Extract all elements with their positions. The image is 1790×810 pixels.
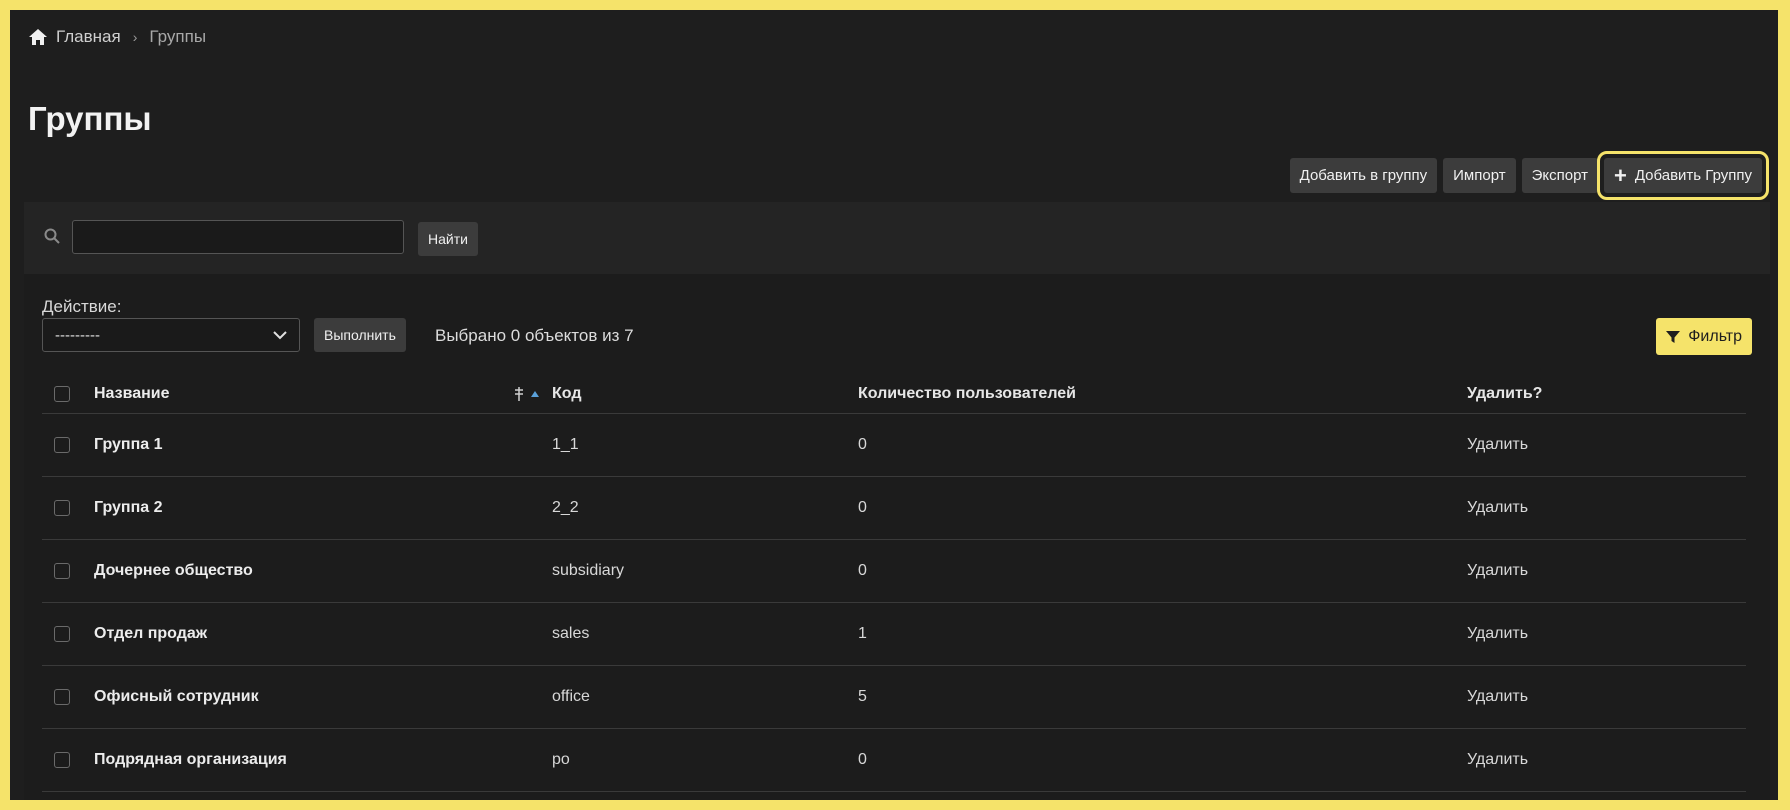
column-header-code[interactable]: Код: [552, 385, 581, 403]
delete-link[interactable]: Удалить: [1467, 751, 1528, 769]
column-header-name[interactable]: Название: [94, 385, 170, 403]
table-row: Офисный сотрудник office 5 Удалить: [42, 666, 1746, 729]
run-action-button[interactable]: Выполнить: [314, 318, 406, 352]
chevron-down-icon: [273, 331, 287, 340]
row-checkbox[interactable]: [54, 626, 70, 642]
group-users-count: 5: [858, 688, 867, 705]
group-code: 2_2: [552, 499, 579, 516]
home-icon[interactable]: [28, 28, 48, 46]
export-button[interactable]: Экспорт: [1521, 158, 1598, 193]
breadcrumb-current: Группы: [149, 27, 207, 46]
sort-ascending-icon[interactable]: [530, 390, 540, 398]
app-frame: Главная › Группы Группы Добавить в групп…: [10, 10, 1778, 800]
group-code: subsidiary: [552, 562, 625, 579]
filter-icon: [1666, 330, 1681, 343]
column-header-delete: Удалить?: [1467, 384, 1543, 402]
table-row: Группа 1 1_1 0 Удалить: [42, 414, 1746, 477]
group-users-count: 1: [858, 625, 867, 642]
delete-link[interactable]: Удалить: [1467, 688, 1528, 706]
groups-table: Название Код Количество пользователей Уд…: [42, 374, 1746, 792]
group-name-link[interactable]: Группа 2: [94, 499, 163, 517]
add-group-label: Добавить Группу: [1634, 167, 1752, 184]
search-bar: Найти: [24, 202, 1770, 274]
sort-controls: [514, 386, 540, 402]
group-name-link[interactable]: Отдел продаж: [94, 625, 207, 643]
plus-icon: +: [1613, 162, 1627, 188]
group-name-link[interactable]: Дочернее общество: [94, 562, 253, 580]
breadcrumb: Главная › Группы: [28, 27, 206, 47]
selected-count: Выбрано 0 объектов из 7: [435, 326, 634, 345]
group-code: office: [552, 688, 590, 705]
group-code: sales: [552, 625, 590, 642]
search-icon: [44, 228, 60, 244]
table-header-row: Название Код Количество пользователей Уд…: [42, 374, 1746, 414]
group-name-link[interactable]: Группа 1: [94, 436, 163, 454]
delete-link[interactable]: Удалить: [1467, 562, 1528, 580]
row-checkbox[interactable]: [54, 500, 70, 516]
row-checkbox[interactable]: [54, 437, 70, 453]
search-submit-button[interactable]: Найти: [418, 222, 478, 256]
page-title: Группы: [28, 100, 152, 137]
table-row: Отдел продаж sales 1 Удалить: [42, 603, 1746, 666]
delete-link[interactable]: Удалить: [1467, 499, 1528, 517]
filter-button[interactable]: Фильтр: [1656, 318, 1752, 355]
column-header-users[interactable]: Количество пользователей: [858, 385, 1076, 403]
select-all-checkbox[interactable]: [54, 385, 70, 402]
sort-toggle-icon[interactable]: [514, 386, 524, 402]
delete-link[interactable]: Удалить: [1467, 436, 1528, 454]
import-button[interactable]: Импорт: [1443, 158, 1516, 193]
delete-link[interactable]: Удалить: [1467, 625, 1528, 643]
group-name-link[interactable]: Офисный сотрудник: [94, 688, 259, 706]
table-row: Дочернее общество subsidiary 0 Удалить: [42, 540, 1746, 603]
object-tools: Добавить в группу Импорт Экспорт + Добав…: [1289, 151, 1770, 200]
group-code: po: [552, 751, 570, 768]
group-users-count: 0: [858, 436, 867, 453]
action-select[interactable]: ---------: [42, 318, 300, 352]
table-row: Группа 2 2_2 0 Удалить: [42, 477, 1746, 540]
group-users-count: 0: [858, 751, 867, 768]
filter-label: Фильтр: [1688, 327, 1742, 345]
row-checkbox[interactable]: [54, 689, 70, 705]
group-users-count: 0: [858, 562, 867, 579]
row-checkbox[interactable]: [54, 563, 70, 579]
add-group-button[interactable]: + Добавить Группу: [1596, 151, 1770, 200]
row-checkbox[interactable]: [54, 752, 70, 768]
search-input[interactable]: [72, 220, 404, 254]
breadcrumb-separator: ›: [132, 29, 138, 45]
action-label: Действие:: [42, 297, 122, 316]
group-name-link[interactable]: Подрядная организация: [94, 751, 287, 769]
action-select-value: ---------: [55, 326, 100, 344]
add-to-group-button[interactable]: Добавить в группу: [1289, 158, 1438, 193]
changelist-card: Найти Действие: --------- Выполнить Выбр…: [24, 202, 1770, 800]
group-users-count: 0: [858, 499, 867, 516]
table-row: Подрядная организация po 0 Удалить: [42, 729, 1746, 792]
group-code: 1_1: [552, 436, 579, 453]
breadcrumb-home-link[interactable]: Главная: [56, 27, 121, 47]
